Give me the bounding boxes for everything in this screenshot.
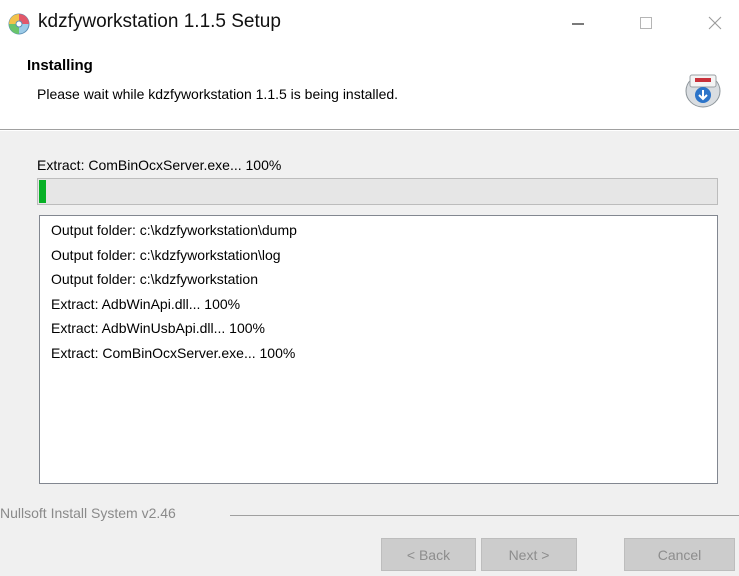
next-button[interactable]: Next > <box>481 538 577 571</box>
branding-text: Nullsoft Install System v2.46 <box>0 505 182 521</box>
cancel-button[interactable]: Cancel <box>624 538 735 571</box>
log-item: Extract: AdbWinApi.dll... 100% <box>51 295 241 312</box>
back-button[interactable]: < Back <box>381 538 476 571</box>
close-button[interactable] <box>695 8 735 38</box>
installer-disc-icon <box>8 13 30 35</box>
page-header: Installing Please wait while kdzfyworkst… <box>0 48 739 130</box>
page-title: Installing <box>27 57 93 74</box>
log-item: Extract: AdbWinUsbApi.dll... 100% <box>51 320 265 336</box>
log-item: Output folder: c:\kdzfyworkstation <box>51 271 258 287</box>
window-title: kdzfyworkstation 1.1.5 Setup <box>38 11 281 32</box>
branding-divider <box>230 515 739 516</box>
maximize-icon <box>640 17 652 29</box>
log-item: Output folder: c:\kdzfyworkstation\dump <box>51 222 297 238</box>
log-item: Output folder: c:\kdzfyworkstation\log <box>51 246 281 263</box>
progress-bar-fill <box>39 180 46 203</box>
minimize-button[interactable] <box>558 8 598 38</box>
minimize-icon <box>572 23 584 25</box>
install-log-list[interactable]: Output folder: c:\kdzfyworkstation\dump O… <box>39 215 718 484</box>
maximize-button[interactable] <box>626 8 666 38</box>
close-icon <box>708 16 722 30</box>
progress-bar <box>37 178 718 205</box>
status-text: Extract: ComBinOcxServer.exe... 100% <box>37 157 282 173</box>
log-item: Extract: ComBinOcxServer.exe... 100% <box>51 344 296 361</box>
title-bar: kdzfyworkstation 1.1.5 Setup <box>0 0 739 48</box>
page-subtitle: Please wait while kdzfyworkstation 1.1.5… <box>37 86 399 102</box>
installer-body: Extract: ComBinOcxServer.exe... 100% Out… <box>0 131 739 576</box>
installer-box-icon <box>685 74 721 108</box>
